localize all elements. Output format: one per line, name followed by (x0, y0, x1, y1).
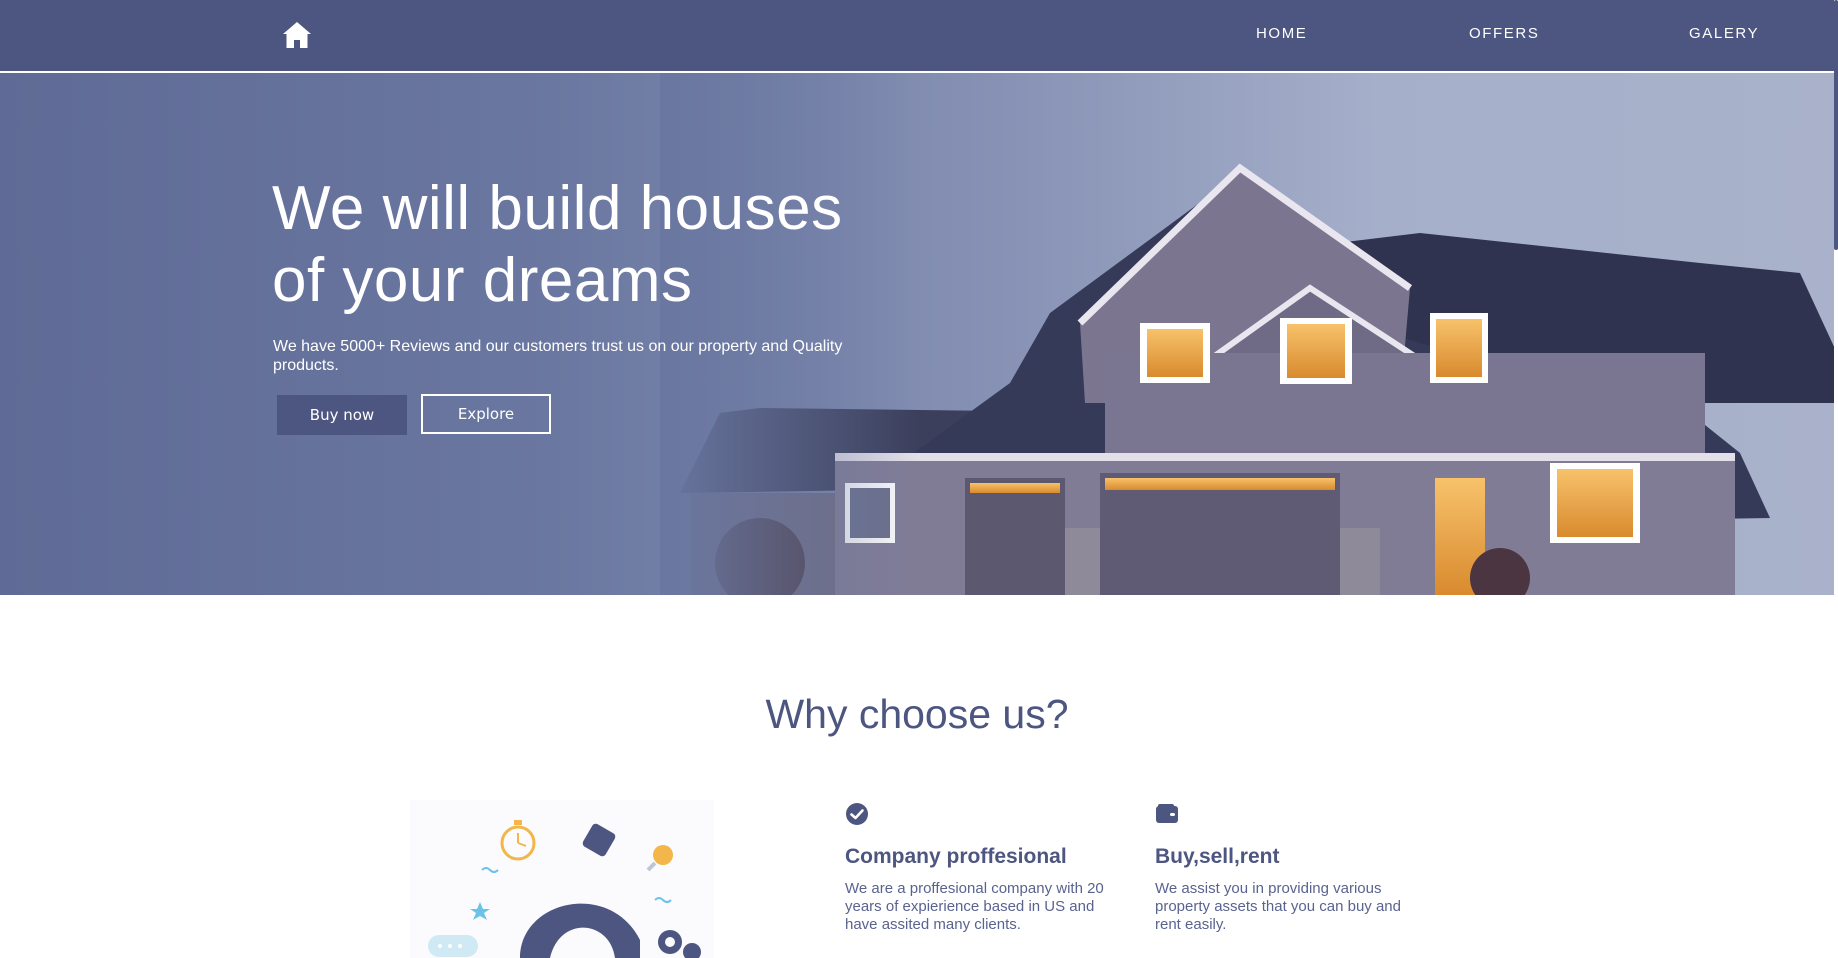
illustration-image (410, 800, 714, 958)
navbar: HOME OFFERS GALERY (0, 0, 1838, 73)
why-choose-title: Why choose us? (765, 691, 1069, 737)
explore-button[interactable]: Explore (421, 394, 551, 434)
hero-house-image (660, 73, 1834, 595)
scrollbar-thumb[interactable] (1834, 0, 1838, 250)
nav-link-offers[interactable]: OFFERS (1469, 25, 1539, 42)
feature-text-buy-sell-rent: We assist you in providing various prope… (1155, 880, 1401, 933)
hero-subtitle: We have 5000+ Reviews and our customers … (273, 338, 843, 374)
hero-section: We will build houses of your dreams We h… (0, 73, 1834, 595)
feature-text-professional: We are a proffesional company with 20 ye… (845, 880, 1104, 933)
hero-title: We will build houses of your dreams (272, 174, 843, 315)
buy-now-button[interactable]: Buy now (277, 395, 407, 435)
feature-title-buy-sell-rent: Buy,sell,rent (1155, 845, 1280, 868)
nav-link-home[interactable]: HOME (1256, 25, 1307, 42)
nav-link-galery[interactable]: GALERY (1689, 25, 1759, 42)
wallet-icon (1156, 804, 1178, 823)
check-circle-icon (846, 803, 868, 825)
home-icon[interactable] (282, 20, 312, 50)
scrollbar-track[interactable] (1834, 0, 1838, 958)
feature-title-professional: Company proffesional (845, 845, 1067, 868)
